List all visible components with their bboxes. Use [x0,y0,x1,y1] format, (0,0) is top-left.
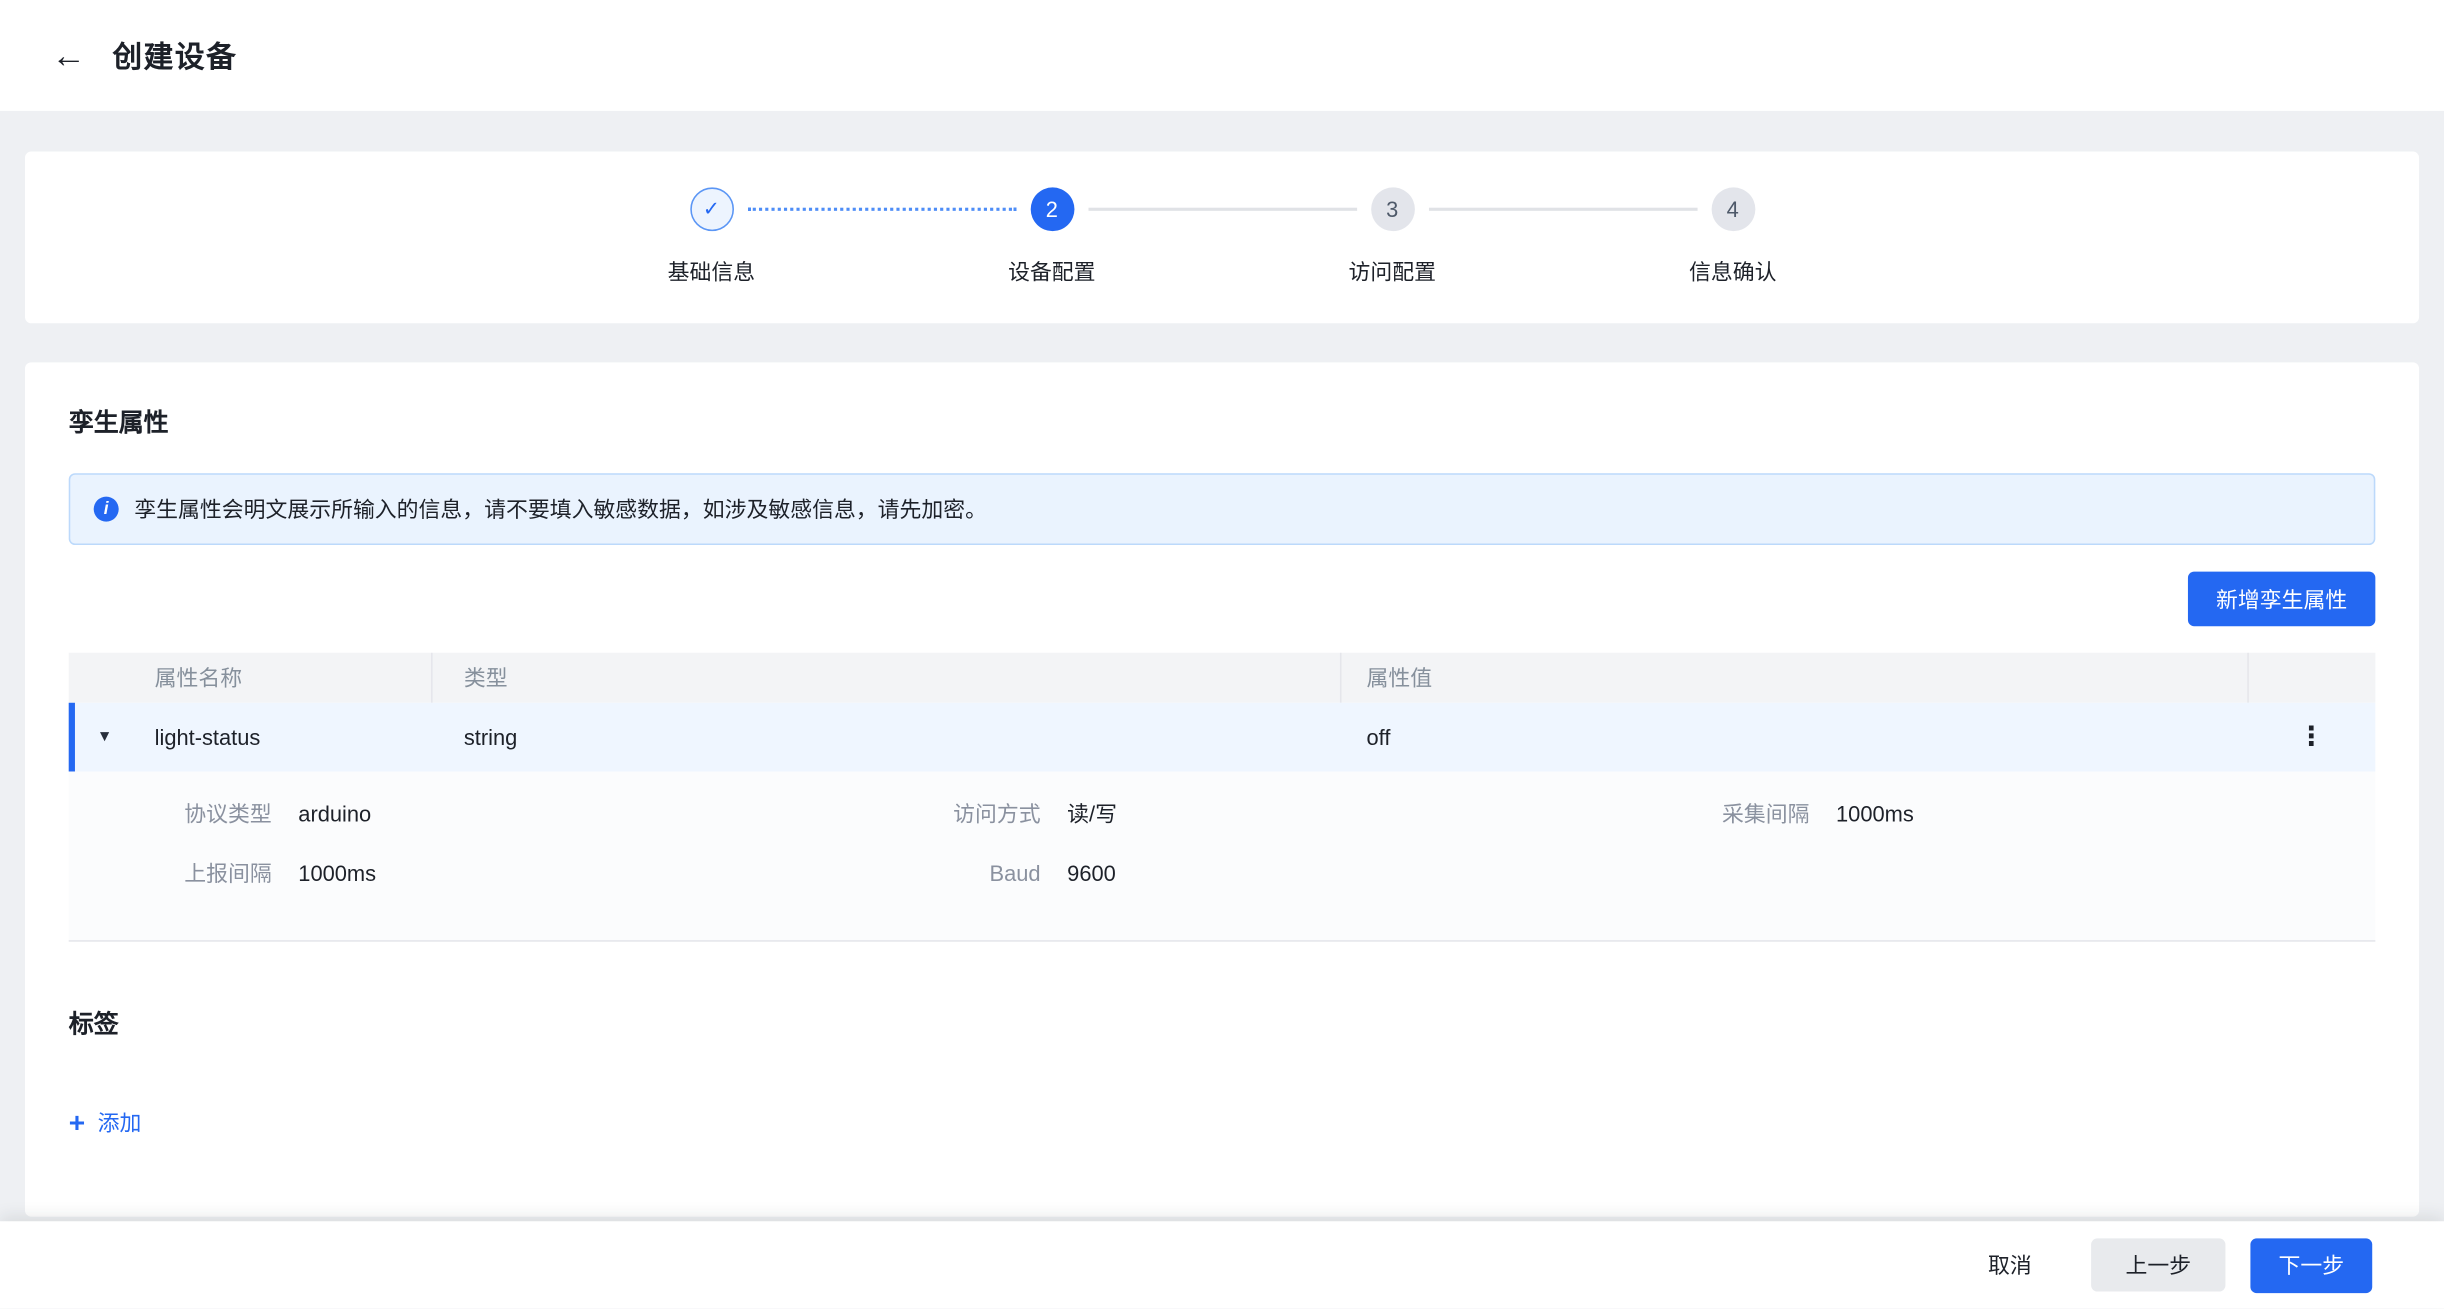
step-pending-circle: 4 [1711,187,1755,231]
detail-label: 上报间隔 [69,857,272,888]
step-number: 4 [1727,197,1739,222]
detail-value: 1000ms [1836,801,1914,826]
top-bar: ← 创建设备 [0,0,2444,111]
add-tag-label: 添加 [98,1107,142,1138]
page-title: 创建设备 [112,34,237,76]
step-number: 2 [1046,197,1058,222]
table-header: 属性名称 类型 属性值 [69,653,2376,703]
detail-report-interval: 上报间隔 1000ms [69,843,838,902]
step-access-config[interactable]: 3 访问配置 [1222,187,1562,287]
cancel-button[interactable]: 取消 [1982,1238,2038,1291]
twin-alert: i 孪生属性会明文展示所输入的信息，请不要填入敏感数据，如涉及敏感信息，请先加密… [69,473,2376,545]
property-name: light-status [155,725,261,750]
step-active-circle: 2 [1030,187,1074,231]
next-step-button[interactable]: 下一步 [2250,1238,2372,1293]
detail-value: arduino [298,801,371,826]
wizard-stepper: ✓ 基础信息 2 设备配置 3 访问配置 4 信息确认 [25,187,2419,287]
tags-section-title: 标签 [69,1010,2376,1041]
step-label: 访问配置 [1349,256,1436,287]
col-header-name: 属性名称 [69,653,433,703]
col-header-actions [2249,653,2374,703]
plus-icon: + [69,1112,85,1134]
detail-collect-interval: 采集间隔 1000ms [1606,784,2375,843]
add-twin-property-button[interactable]: 新增孪生属性 [2188,572,2375,627]
collapse-row-icon[interactable]: ▼ [97,729,112,746]
prev-step-button[interactable]: 上一步 [2091,1238,2225,1291]
step-pending-circle: 3 [1370,187,1414,231]
property-type: string [464,725,517,750]
twin-property-table: 属性名称 类型 属性值 ▼ light-status string off [69,653,2376,942]
footer-bar: 取消 上一步 下一步 [0,1221,2444,1308]
step-label: 信息确认 [1689,256,1776,287]
detail-label: Baud [838,860,1041,885]
step-label: 设备配置 [1008,256,1095,287]
check-icon: ✓ [703,197,720,222]
row-detail-panel: 协议类型 arduino 访问方式 读/写 采集间隔 1000ms 上报间隔 1… [69,771,2376,941]
step-number: 3 [1386,197,1398,222]
step-done-circle: ✓ [689,187,733,231]
detail-baud: Baud 9600 [838,843,1607,902]
detail-label: 协议类型 [69,798,272,829]
detail-label: 访问方式 [838,798,1041,829]
col-header-value: 属性值 [1342,653,2249,703]
detail-value: 读/写 [1067,798,1117,829]
table-row[interactable]: ▼ light-status string off ⋮ [69,703,2376,772]
detail-protocol-type: 协议类型 arduino [69,784,838,843]
col-header-type: 类型 [433,653,1342,703]
detail-value: 1000ms [298,860,376,885]
row-actions-icon[interactable]: ⋮ [2298,722,2325,753]
step-basic-info[interactable]: ✓ 基础信息 [541,187,881,287]
step-label: 基础信息 [668,256,755,287]
step-confirm-info[interactable]: 4 信息确认 [1562,187,1902,287]
device-config-card: 孪生属性 i 孪生属性会明文展示所输入的信息，请不要填入敏感数据，如涉及敏感信息… [25,362,2419,1216]
info-icon: i [94,497,119,522]
detail-value: 9600 [1067,860,1116,885]
step-device-config[interactable]: 2 设备配置 [882,187,1222,287]
twin-section-title: 孪生属性 [69,409,2376,440]
alert-text: 孪生属性会明文展示所输入的信息，请不要填入敏感数据，如涉及敏感信息，请先加密。 [134,493,987,524]
stepper-card: ✓ 基础信息 2 设备配置 3 访问配置 4 信息确认 [25,151,2419,323]
back-arrow-icon[interactable]: ← [47,34,91,78]
detail-access-mode: 访问方式 读/写 [838,784,1607,843]
detail-label: 采集间隔 [1606,798,1809,829]
create-device-page: ← 创建设备 ✓ 基础信息 2 设备配置 3 访问配置 [0,0,2444,1309]
table-toolbar: 新增孪生属性 [69,572,2376,627]
add-tag-link[interactable]: + 添加 [69,1107,142,1138]
property-value: off [1366,725,1390,750]
